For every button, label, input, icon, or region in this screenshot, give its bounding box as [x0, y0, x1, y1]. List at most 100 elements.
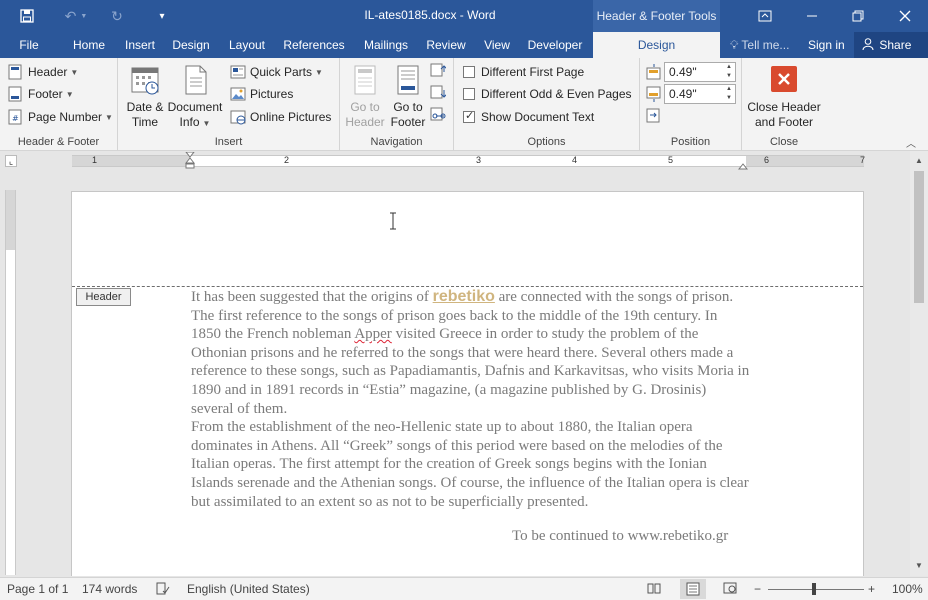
footer-from-bottom-value: 0.49"	[669, 87, 697, 101]
read-mode-icon[interactable]	[647, 582, 661, 597]
different-odd-even-checkbox[interactable]: Different Odd & Even Pages	[463, 84, 632, 104]
proofing-icon[interactable]	[156, 582, 170, 598]
vertical-ruler[interactable]	[5, 190, 16, 575]
different-first-page-label: Different First Page	[481, 65, 585, 79]
right-indent-marker-icon[interactable]	[737, 159, 749, 173]
paragraph-2[interactable]: From the establishment of the neo-Hellen…	[191, 418, 751, 511]
ruler-tick: 6	[764, 155, 770, 165]
horizontal-ruler[interactable]: 1 2 3 4 5 6 7	[72, 151, 865, 170]
scroll-up-icon[interactable]: ▲	[910, 153, 928, 169]
customize-quick-access-icon[interactable]: ▾	[150, 0, 174, 32]
scroll-thumb[interactable]	[914, 171, 924, 303]
tab-references[interactable]: References	[280, 32, 348, 58]
different-odd-even-box[interactable]	[463, 88, 475, 100]
page-count[interactable]: Page 1 of 1	[7, 582, 68, 596]
misspelled-word[interactable]: Apper	[354, 326, 392, 342]
go-to-header-label-line1: Go to	[350, 100, 380, 114]
web-layout-icon[interactable]	[723, 582, 737, 597]
footer-from-bottom-spinner[interactable]: ▲ ▼	[723, 85, 735, 103]
tab-file[interactable]: File	[0, 32, 58, 58]
group-label-header-footer: Header & Footer	[17, 136, 100, 148]
header-from-top-spinner[interactable]: ▲ ▼	[723, 63, 735, 81]
footer-button[interactable]: Footer ▼	[8, 84, 74, 104]
document-info-button[interactable]: Document Info ▼	[166, 64, 224, 131]
rebetiko-keyword: rebetiko	[432, 288, 495, 305]
restore-icon[interactable]	[835, 0, 881, 32]
tab-view[interactable]: View	[478, 32, 516, 58]
language[interactable]: English (United States)	[187, 582, 310, 596]
zoom-slider-thumb[interactable]	[812, 583, 816, 595]
document-body[interactable]: It has been suggested that the origins o…	[191, 288, 751, 511]
group-options: Different First Page Different Odd & Eve…	[454, 58, 640, 151]
tab-selector-icon[interactable]: ⌞	[5, 155, 17, 167]
tell-me-box[interactable]: 💡︎ Tell me...	[730, 32, 789, 58]
indent-marker-icon[interactable]	[184, 151, 196, 170]
close-header-footer-button[interactable]: Close Header and Footer	[744, 66, 824, 130]
header-label: Header	[28, 65, 68, 79]
save-icon[interactable]	[14, 0, 40, 32]
ruler-row: ⌞ 1 2 3 4 5 6 7	[0, 151, 928, 172]
group-close: Close Header and Footer Close	[742, 58, 826, 151]
next-section-icon[interactable]	[430, 85, 448, 104]
close-window-icon[interactable]	[882, 0, 928, 32]
close-header-footer-label-line1: Close Header	[747, 100, 821, 114]
page-number-button[interactable]: # Page Number ▼	[8, 107, 113, 127]
share-button[interactable]: Share	[854, 32, 928, 58]
zoom-in-icon[interactable]: +	[868, 582, 875, 596]
go-to-footer-button[interactable]: Go to Footer	[386, 64, 430, 130]
show-document-text-label: Show Document Text	[481, 110, 595, 124]
redo-icon[interactable]: ↻	[104, 0, 130, 32]
different-first-page-checkbox[interactable]: Different First Page	[463, 62, 584, 82]
show-document-text-checkbox[interactable]: Show Document Text	[463, 107, 594, 127]
ribbon-display-options-icon[interactable]	[742, 0, 788, 32]
page-number-icon: #	[8, 109, 24, 125]
status-bar: Page 1 of 1 174 words English (United St…	[0, 577, 928, 600]
undo-icon[interactable]: ↶ ▼	[58, 0, 94, 32]
document-area[interactable]: Header It has been suggested that the or…	[20, 172, 908, 576]
scroll-down-icon[interactable]: ▼	[910, 558, 928, 574]
document-page[interactable]: Header It has been suggested that the or…	[71, 191, 864, 576]
sign-in-link[interactable]: Sign in	[808, 32, 845, 58]
continued-line[interactable]: To be continued to www.rebetiko.gr	[512, 528, 728, 545]
tab-design[interactable]: Design	[167, 32, 215, 58]
online-pictures-button[interactable]: Online Pictures	[230, 107, 331, 127]
tab-developer[interactable]: Developer	[522, 32, 588, 58]
tab-layout[interactable]: Layout	[222, 32, 272, 58]
go-to-header-button[interactable]: Go to Header	[342, 64, 388, 130]
paragraph-1[interactable]: It has been suggested that the origins o…	[191, 288, 751, 418]
insert-alignment-tab-icon[interactable]	[646, 108, 662, 127]
close-header-footer-label-line2: and Footer	[754, 115, 814, 129]
context-tab-group-label: Header & Footer Tools	[593, 0, 720, 32]
tab-insert[interactable]: Insert	[118, 32, 162, 58]
different-first-page-box[interactable]	[463, 66, 475, 78]
print-layout-icon[interactable]	[680, 579, 706, 599]
minimize-icon[interactable]	[789, 0, 835, 32]
quick-parts-button[interactable]: Quick Parts ▼	[230, 62, 323, 82]
document-info-label-line2: Info	[179, 115, 200, 129]
zoom-level[interactable]: 100%	[892, 582, 923, 596]
ruler-tick: 1	[92, 155, 98, 165]
footer-label: Footer	[28, 87, 63, 101]
tab-mailings[interactable]: Mailings	[356, 32, 416, 58]
zoom-slider[interactable]	[768, 589, 864, 590]
date-time-button[interactable]: Date & Time	[122, 64, 168, 130]
vertical-scrollbar[interactable]: ▲ ▼	[910, 151, 928, 576]
zoom-out-icon[interactable]: −	[754, 582, 761, 596]
go-to-header-icon	[350, 64, 380, 96]
show-document-text-box[interactable]	[463, 109, 475, 123]
tab-review[interactable]: Review	[422, 32, 470, 58]
svg-text:#: #	[12, 114, 19, 123]
header-tag: Header	[76, 288, 131, 306]
tab-header-footer-design[interactable]: Design	[593, 32, 720, 58]
collapse-ribbon-icon[interactable]: ︿	[906, 135, 916, 150]
ruler-tick: 3	[476, 155, 482, 165]
word-count[interactable]: 174 words	[82, 582, 137, 596]
previous-section-icon[interactable]	[430, 63, 448, 82]
footer-from-bottom-input[interactable]: 0.49" ▲ ▼	[664, 84, 736, 104]
header-from-top-input[interactable]: 0.49" ▲ ▼	[664, 62, 736, 82]
tab-home[interactable]: Home	[66, 32, 112, 58]
pictures-button[interactable]: Pictures	[230, 84, 293, 104]
link-to-previous-icon[interactable]	[430, 107, 446, 126]
date-time-label-line2: Time	[131, 115, 159, 129]
header-button[interactable]: Header ▼	[8, 62, 78, 82]
